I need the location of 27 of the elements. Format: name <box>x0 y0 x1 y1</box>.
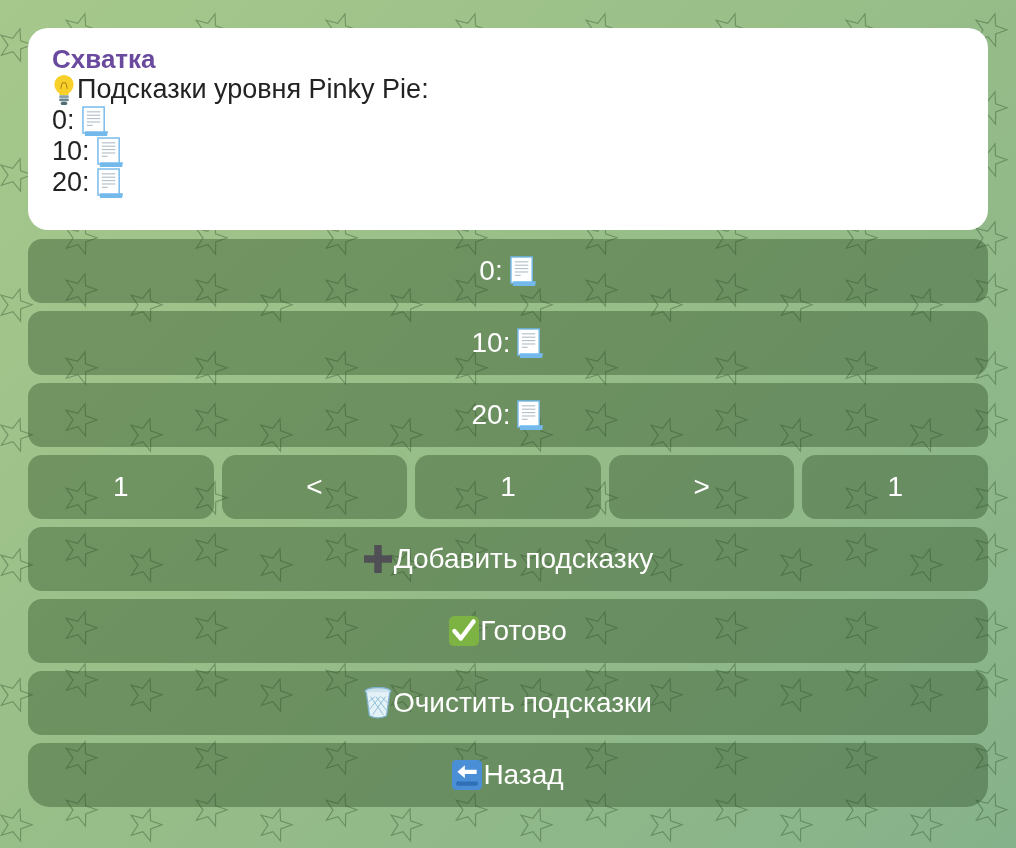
keyboard-button[interactable]: 1 <box>415 455 601 519</box>
wastebasket-icon <box>364 687 392 719</box>
hint-line: 10: <box>52 136 90 167</box>
keyboard-button[interactable]: > <box>608 455 795 519</box>
keyboard-button[interactable]: Готово <box>28 599 988 663</box>
document-icon <box>517 328 545 358</box>
document-icon <box>96 136 124 167</box>
document-icon <box>81 105 109 136</box>
keyboard-button[interactable]: Назад <box>28 743 988 807</box>
hint-line: 0: <box>52 105 75 136</box>
document-icon <box>517 400 545 430</box>
plus-icon <box>362 544 393 574</box>
keyboard-button[interactable]: 10: <box>28 311 988 375</box>
keyboard-button[interactable]: < <box>221 455 408 519</box>
lightbulb-icon <box>52 74 76 105</box>
keyboard-button[interactable]: Добавить подсказку <box>28 527 988 591</box>
sender-name: Схватка <box>52 44 156 74</box>
hint-line: 20: <box>52 167 90 198</box>
keyboard-button[interactable]: 0: <box>28 239 988 303</box>
keyboard-button[interactable]: 1 <box>28 455 214 519</box>
keyboard-button[interactable]: 1 <box>802 455 988 519</box>
keyboard-button[interactable]: Очистить подсказки <box>28 671 988 735</box>
document-icon <box>509 256 537 286</box>
check-mark-icon <box>449 616 480 646</box>
document-icon <box>96 167 124 198</box>
keyboard-button[interactable]: 20: <box>28 383 988 447</box>
message-text: Подсказки уровня Pinky Pie: <box>77 74 429 105</box>
